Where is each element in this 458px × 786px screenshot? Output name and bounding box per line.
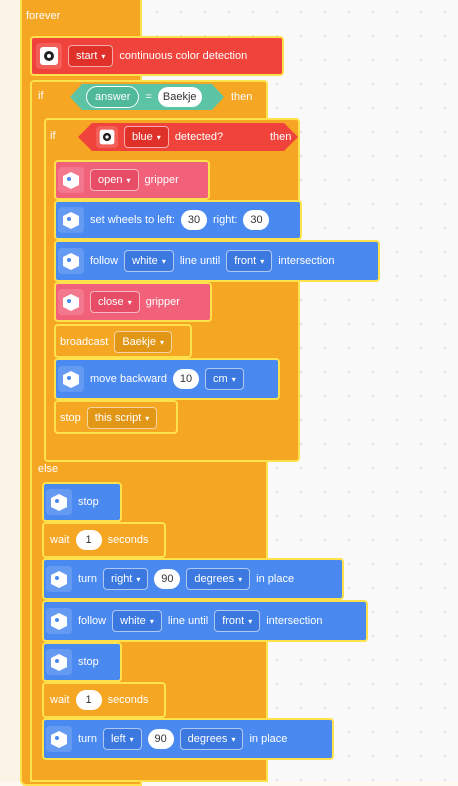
intersection-label: intersection: [278, 255, 335, 267]
in-place-label: in place: [256, 573, 295, 585]
turn-direction-dropdown[interactable]: left ▾: [102, 728, 142, 750]
answer-reporter[interactable]: answer: [86, 86, 139, 108]
seconds-label: seconds: [107, 694, 149, 706]
wait-seconds-input[interactable]: 1: [75, 530, 102, 550]
wait-seconds-input[interactable]: 1: [75, 690, 102, 710]
color-detected-condition[interactable]: blue ▾ detected?: [78, 123, 298, 151]
detection-mode-dropdown[interactable]: start ▾: [68, 45, 114, 67]
forever-label: forever: [26, 10, 61, 22]
stop-label: stop: [78, 656, 99, 668]
detected-label: detected?: [174, 131, 224, 143]
robot-icon: [46, 649, 72, 675]
gripper-label: gripper: [145, 296, 180, 308]
line-color-dropdown[interactable]: white ▾: [124, 250, 174, 272]
in-place-label: in place: [249, 733, 288, 745]
turn-label: turn: [78, 733, 97, 745]
detection-label: continuous color detection: [119, 50, 248, 62]
robot-icon: [58, 248, 84, 274]
set-wheels-label: set wheels to left:: [90, 214, 175, 226]
follow-label: follow: [90, 255, 119, 267]
gripper-mode-dropdown[interactable]: open ▾: [90, 169, 139, 191]
turn-degrees-input[interactable]: 90: [147, 729, 174, 749]
follow-label: follow: [78, 615, 107, 627]
else-label: else: [38, 463, 59, 475]
intersection-label: intersection: [266, 615, 323, 627]
then-label: then: [231, 91, 253, 103]
sensor-position-dropdown[interactable]: front ▾: [226, 250, 273, 272]
equals-operator[interactable]: answer = Baekje: [70, 84, 224, 110]
line-color-dropdown[interactable]: white ▾: [112, 610, 162, 632]
turn-label: turn: [78, 573, 97, 585]
move-backward-label: move backward: [90, 373, 168, 385]
right-label: right:: [213, 214, 238, 226]
sensor-position-dropdown[interactable]: front ▾: [214, 610, 261, 632]
forever-header: forever: [26, 10, 60, 22]
left-wheel-input[interactable]: 30: [181, 210, 207, 230]
robot-icon: [58, 289, 84, 315]
wait-label: wait: [50, 534, 70, 546]
stop-label: stop: [60, 412, 81, 424]
wait-label: wait: [50, 694, 70, 706]
robot-icon: [58, 167, 84, 193]
compare-value-input[interactable]: Baekje: [158, 87, 202, 107]
broadcast-label: broadcast: [60, 336, 109, 348]
inner-then-label: then: [270, 131, 292, 143]
turn-direction-dropdown[interactable]: right ▾: [102, 568, 149, 590]
robot-icon: [58, 207, 84, 233]
color-sensor-icon: [96, 126, 118, 148]
gripper-mode-dropdown[interactable]: close ▾: [90, 291, 140, 313]
line-until-label: line until: [179, 255, 221, 267]
inner-if-label: if: [50, 130, 56, 142]
robot-icon: [46, 608, 72, 634]
stop-option-dropdown[interactable]: this script ▾: [86, 407, 158, 429]
turn-unit-dropdown[interactable]: degrees ▾: [186, 568, 251, 590]
turn-degrees-input[interactable]: 90: [154, 569, 181, 589]
seconds-label: seconds: [107, 534, 149, 546]
turn-unit-dropdown[interactable]: degrees ▾: [179, 728, 244, 750]
equals-sign: =: [145, 91, 152, 103]
color-dropdown[interactable]: blue ▾: [124, 126, 169, 148]
right-wheel-input[interactable]: 30: [243, 210, 270, 230]
stop-label: stop: [78, 496, 99, 508]
robot-icon: [46, 726, 72, 752]
color-sensor-icon: [36, 43, 62, 69]
robot-icon: [58, 366, 84, 392]
robot-icon: [46, 489, 72, 515]
line-until-label: line until: [167, 615, 209, 627]
distance-input[interactable]: 10: [173, 369, 200, 389]
message-dropdown[interactable]: Baekje ▾: [114, 331, 172, 353]
robot-icon: [46, 566, 72, 592]
unit-dropdown[interactable]: cm ▾: [205, 368, 244, 390]
gripper-label: gripper: [144, 174, 179, 186]
if-label: if: [38, 90, 44, 102]
